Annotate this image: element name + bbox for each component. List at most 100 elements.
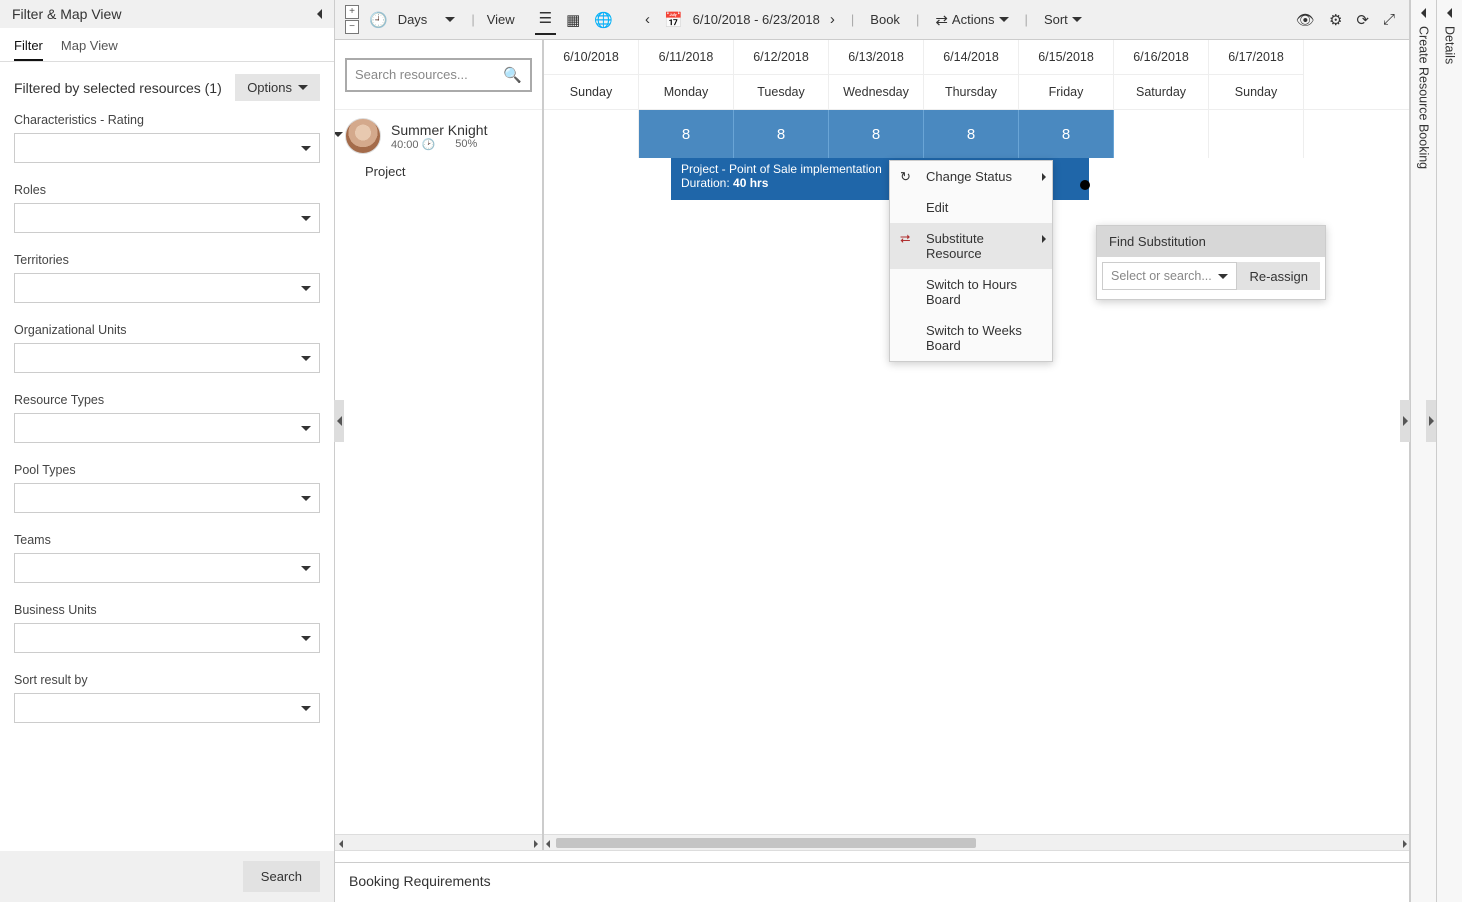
filter-select-sort-result-by[interactable] bbox=[14, 693, 320, 723]
reassign-button[interactable]: Re-assign bbox=[1237, 262, 1320, 290]
filter-label-org-units: Organizational Units bbox=[14, 323, 320, 337]
eye-icon: 👁 bbox=[1296, 11, 1315, 29]
capacity-cell bbox=[544, 110, 639, 158]
filter-select-pool-types[interactable] bbox=[14, 483, 320, 513]
collapse-details-handle[interactable] bbox=[1426, 400, 1436, 442]
collapse-left-panel-icon[interactable] bbox=[317, 9, 322, 19]
calendar-column: 6/10/2018Sunday bbox=[544, 40, 639, 109]
chevron-right-icon: › bbox=[830, 11, 835, 28]
filter-map-panel: Filter & Map View Filter Map View Filter… bbox=[0, 0, 335, 902]
expand-resource-icon[interactable] bbox=[335, 132, 343, 137]
capacity-cell: 8 bbox=[829, 110, 924, 158]
clock-icon: 🕑 bbox=[422, 139, 436, 151]
collapse-all-icon[interactable]: − bbox=[345, 20, 359, 34]
list-icon: ☰ bbox=[539, 9, 552, 27]
menu-substitute-resource[interactable]: ⮂ Substitute Resource bbox=[890, 223, 1052, 269]
substitute-select[interactable]: Select or search... bbox=[1102, 262, 1237, 290]
rail-details[interactable]: Details bbox=[1436, 0, 1462, 902]
filter-select-teams[interactable] bbox=[14, 553, 320, 583]
view-map-button[interactable]: 🌐 bbox=[590, 9, 617, 31]
view-label: View bbox=[487, 12, 515, 27]
tab-map-view[interactable]: Map View bbox=[61, 38, 118, 61]
status-icon: ↻ bbox=[900, 169, 911, 185]
search-resources-input[interactable]: Search resources... 🔍 bbox=[345, 58, 532, 92]
refresh-button[interactable]: ⟳ bbox=[1352, 9, 1373, 31]
filter-select-territories[interactable] bbox=[14, 273, 320, 303]
settings-button[interactable]: ⚙ bbox=[1325, 9, 1346, 31]
book-button[interactable]: Book bbox=[866, 10, 904, 29]
swap-icon: ⇄ bbox=[935, 11, 948, 29]
filtered-count-label: Filtered by selected resources (1) bbox=[14, 80, 222, 96]
chevron-down-icon bbox=[301, 426, 311, 431]
chevron-down-icon bbox=[298, 85, 308, 90]
expand-icon: ⤢ bbox=[1383, 11, 1395, 28]
filter-select-org-units[interactable] bbox=[14, 343, 320, 373]
collapse-booking-handle[interactable] bbox=[1400, 400, 1410, 442]
calendar-column: 6/15/2018Friday bbox=[1019, 40, 1114, 109]
panel-title: Filter & Map View bbox=[12, 6, 121, 22]
substitute-submenu: Find Substitution Select or search... Re… bbox=[1096, 225, 1326, 300]
filter-label-pool-types: Pool Types bbox=[14, 463, 320, 477]
chevron-down-icon bbox=[301, 566, 311, 571]
filter-select-business-units[interactable] bbox=[14, 623, 320, 653]
resource-row[interactable]: Summer Knight 40:00 🕑 50% bbox=[335, 110, 542, 158]
chevron-left-icon bbox=[1447, 8, 1452, 18]
resource-name: Summer Knight bbox=[391, 122, 487, 138]
calendar-column: 6/16/2018Saturday bbox=[1114, 40, 1209, 109]
chevron-down-icon bbox=[301, 636, 311, 641]
chevron-down-icon bbox=[301, 706, 311, 711]
capacity-cell bbox=[1209, 110, 1304, 158]
calendar-column: 6/17/2018Sunday bbox=[1209, 40, 1304, 109]
rail-create-resource-booking[interactable]: Create Resource Booking bbox=[1410, 0, 1436, 902]
chevron-right-icon bbox=[1042, 235, 1046, 243]
fullscreen-button[interactable]: ⤢ bbox=[1379, 9, 1399, 30]
view-list-button[interactable]: ☰ bbox=[535, 5, 556, 35]
sort-dropdown[interactable]: Sort bbox=[1040, 10, 1086, 29]
options-button[interactable]: Options bbox=[235, 74, 320, 101]
chevron-down-icon bbox=[445, 17, 455, 22]
toolbar: + − 🕘 Days | View ☰ ▦ 🌐 ‹ 📅 6/10/2018 - … bbox=[335, 0, 1409, 40]
filter-label-roles: Roles bbox=[14, 183, 320, 197]
menu-edit[interactable]: Edit bbox=[890, 192, 1052, 223]
capacity-cell bbox=[1114, 110, 1209, 158]
capacity-cell: 8 bbox=[924, 110, 1019, 158]
scrollbar[interactable] bbox=[544, 834, 1409, 850]
actions-dropdown[interactable]: ⇄ Actions bbox=[931, 9, 1012, 31]
time-unit-dropdown[interactable]: Days bbox=[394, 10, 460, 29]
chevron-left-icon bbox=[1421, 8, 1426, 18]
calendar-icon: 📅 bbox=[664, 11, 683, 29]
date-picker-button[interactable]: 📅 bbox=[660, 9, 687, 31]
menu-switch-weeks[interactable]: Switch to Weeks Board bbox=[890, 315, 1052, 361]
date-next-button[interactable]: › bbox=[826, 9, 839, 30]
filter-label-territories: Territories bbox=[14, 253, 320, 267]
filter-select-roles[interactable] bbox=[14, 203, 320, 233]
filter-select-characteristics[interactable] bbox=[14, 133, 320, 163]
chevron-down-icon bbox=[1072, 17, 1082, 22]
booking-requirements-header[interactable]: Booking Requirements bbox=[335, 862, 1409, 902]
project-subrow[interactable]: Project bbox=[335, 158, 542, 200]
find-substitution-button[interactable]: Find Substitution bbox=[1097, 226, 1325, 257]
substitute-icon: ⮂ bbox=[900, 231, 910, 247]
calendar-column: 6/11/2018Monday bbox=[639, 40, 734, 109]
menu-switch-hours[interactable]: Switch to Hours Board bbox=[890, 269, 1052, 315]
context-menu: ↻ Change Status Edit ⮂ Substitute Resour… bbox=[889, 160, 1053, 362]
tab-filter[interactable]: Filter bbox=[14, 38, 43, 61]
collapse-filter-handle[interactable] bbox=[334, 400, 344, 442]
view-grid-button[interactable]: ▦ bbox=[562, 9, 584, 31]
expand-all-icon[interactable]: + bbox=[345, 5, 359, 19]
chevron-left-icon: ‹ bbox=[645, 11, 650, 28]
clock-icon: 🕘 bbox=[369, 11, 388, 29]
date-range: 6/10/2018 - 6/23/2018 bbox=[693, 12, 820, 27]
filter-label-sort-result-by: Sort result by bbox=[14, 673, 320, 687]
chevron-down-icon bbox=[301, 496, 311, 501]
scrollbar[interactable] bbox=[335, 834, 542, 850]
menu-change-status[interactable]: ↻ Change Status bbox=[890, 161, 1052, 192]
gear-icon: ⚙ bbox=[1329, 11, 1342, 29]
filter-select-resource-types[interactable] bbox=[14, 413, 320, 443]
date-prev-button[interactable]: ‹ bbox=[641, 9, 654, 30]
visibility-button[interactable]: 👁 bbox=[1292, 9, 1319, 31]
filter-label-business-units: Business Units bbox=[14, 603, 320, 617]
search-button[interactable]: Search bbox=[243, 861, 320, 892]
chevron-right-icon bbox=[1042, 173, 1046, 181]
scrollbar-thumb[interactable] bbox=[556, 838, 976, 848]
